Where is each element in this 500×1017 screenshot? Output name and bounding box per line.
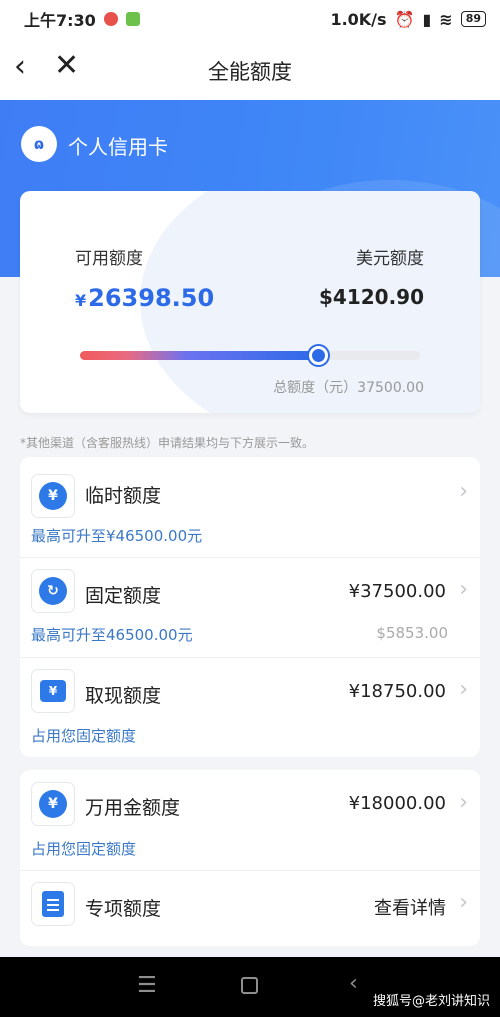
view-details-link[interactable]: 查看详情 xyxy=(374,894,446,920)
chevron-right-icon: › xyxy=(459,479,468,504)
list-item-special-limit[interactable]: 专项额度 查看详情 › xyxy=(20,870,480,946)
bank-logo-icon: ɷ xyxy=(21,126,57,162)
limit-name: 临时额度 xyxy=(85,485,162,507)
chevron-right-icon: › xyxy=(459,577,468,602)
limit-list-secondary: ¥ 万用金额度 ¥18000.00 › 占用您固定额度 专项额度 查看详情 › xyxy=(20,770,480,946)
usd-fixed-limit: $5853.00 xyxy=(376,624,448,642)
limit-summary-card: 可用额度 美元额度 ¥26398.50 $4120.90 总额度（元）37500… xyxy=(20,191,480,413)
app-notification-icon xyxy=(103,12,118,26)
signal-icon: ▮ xyxy=(422,9,432,29)
wifi-icon: ≋ xyxy=(439,9,453,29)
home-icon[interactable] xyxy=(241,977,258,994)
cash-limit-icon: ¥ xyxy=(31,669,75,713)
document-icon xyxy=(31,882,75,926)
disclaimer-note: *其他渠道（含客服热线）申请结果均与下方展示一致。 xyxy=(20,436,315,450)
list-item-fixed-limit[interactable]: ↻ 固定额度 ¥37500.00 › 最高可升至46500.00元 $5853.… xyxy=(20,557,480,657)
chevron-right-icon: › xyxy=(459,790,468,815)
usage-progress-fill xyxy=(80,351,318,360)
page-title: 全能额度 xyxy=(208,60,292,84)
network-speed: 1.0K/s xyxy=(330,9,387,29)
limit-amount: ¥18750.00 xyxy=(348,681,446,702)
status-bar: 上午7:30 1.0K/s ⏰ ▮ ≋ 89 xyxy=(0,0,500,38)
list-item-flex-loan-limit[interactable]: ¥ 万用金额度 ¥18000.00 › 占用您固定额度 xyxy=(20,770,480,870)
nav-bar: ‹ ✕ 全能额度 xyxy=(0,38,500,100)
chevron-right-icon: › xyxy=(459,890,468,915)
limit-subtext: 占用您固定额度 xyxy=(31,727,137,745)
battery-icon: 89 xyxy=(460,11,486,27)
usage-progress-knob xyxy=(309,346,328,365)
total-limit: 总额度（元）37500.00 xyxy=(273,380,424,396)
usd-limit-value: $4120.90 xyxy=(318,285,424,309)
back-icon[interactable]: ‹ xyxy=(349,971,358,996)
limit-name: 专项额度 xyxy=(85,898,162,920)
card-name: 个人信用卡 xyxy=(68,135,168,159)
limit-amount: ¥37500.00 xyxy=(348,581,446,602)
limit-subtext[interactable]: 最高可升至¥46500.00元 xyxy=(31,525,202,546)
usage-progress-bar xyxy=(80,346,420,365)
limit-name: 取现额度 xyxy=(85,685,162,707)
limit-subtext: 占用您固定额度 xyxy=(31,840,137,858)
menu-icon[interactable]: ☰ xyxy=(137,973,157,998)
watermark: 搜狐号@老刘讲知识 xyxy=(372,994,490,1009)
list-item-temporary-limit[interactable]: ¥ 临时额度 › 最高可升至¥46500.00元 xyxy=(20,457,480,557)
limit-name: 固定额度 xyxy=(85,585,162,607)
limit-amount: ¥18000.00 xyxy=(348,793,446,814)
status-time: 上午7:30 xyxy=(24,11,96,30)
available-limit-value: ¥26398.50 xyxy=(75,284,214,312)
money-bag-icon: ¥ xyxy=(31,782,75,826)
app-notification-icon xyxy=(125,12,140,26)
limit-subtext[interactable]: 最高可升至46500.00元 xyxy=(31,624,193,645)
fixed-limit-icon: ↻ xyxy=(31,569,75,613)
limit-list: ¥ 临时额度 › 最高可升至¥46500.00元 ↻ 固定额度 ¥37500.0… xyxy=(20,457,480,757)
list-item-cash-limit[interactable]: ¥ 取现额度 ¥18750.00 › 占用您固定额度 xyxy=(20,657,480,757)
chevron-right-icon: › xyxy=(459,677,468,702)
currency-symbol: ¥ xyxy=(75,291,87,310)
limit-name: 万用金额度 xyxy=(85,797,181,819)
available-amount: 26398.50 xyxy=(88,284,215,312)
available-limit-label: 可用额度 xyxy=(75,249,143,269)
alarm-icon: ⏰ xyxy=(394,9,415,29)
temporary-limit-icon: ¥ xyxy=(31,474,75,518)
usd-limit-label: 美元额度 xyxy=(356,249,424,269)
